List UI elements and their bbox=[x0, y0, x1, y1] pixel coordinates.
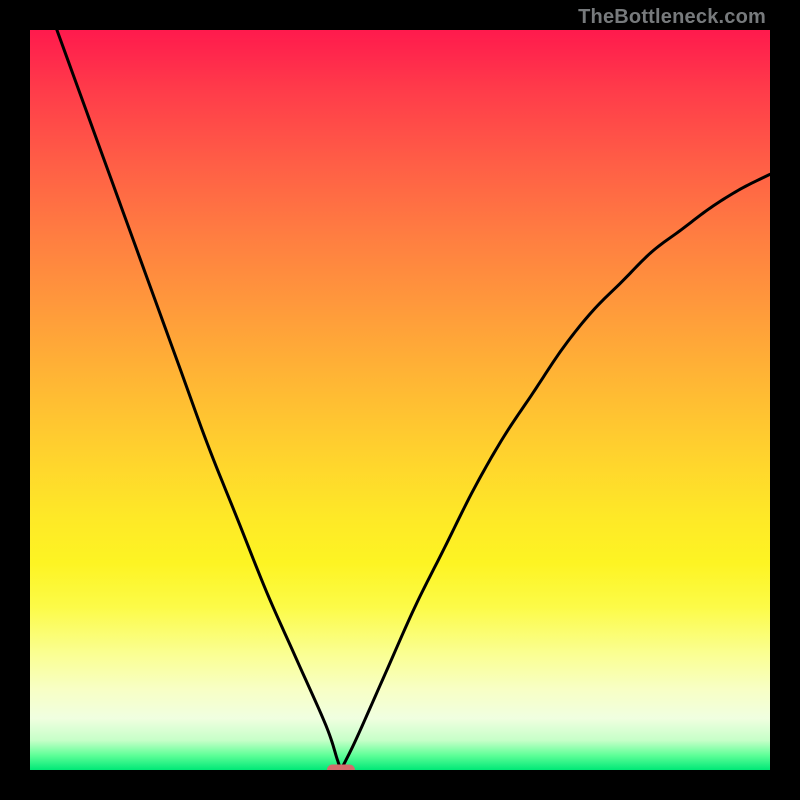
plot-area bbox=[30, 30, 770, 770]
bottleneck-curve bbox=[30, 30, 770, 770]
optimal-match-marker bbox=[327, 765, 355, 771]
chart-frame: TheBottleneck.com bbox=[0, 0, 800, 800]
watermark-text: TheBottleneck.com bbox=[578, 6, 766, 29]
